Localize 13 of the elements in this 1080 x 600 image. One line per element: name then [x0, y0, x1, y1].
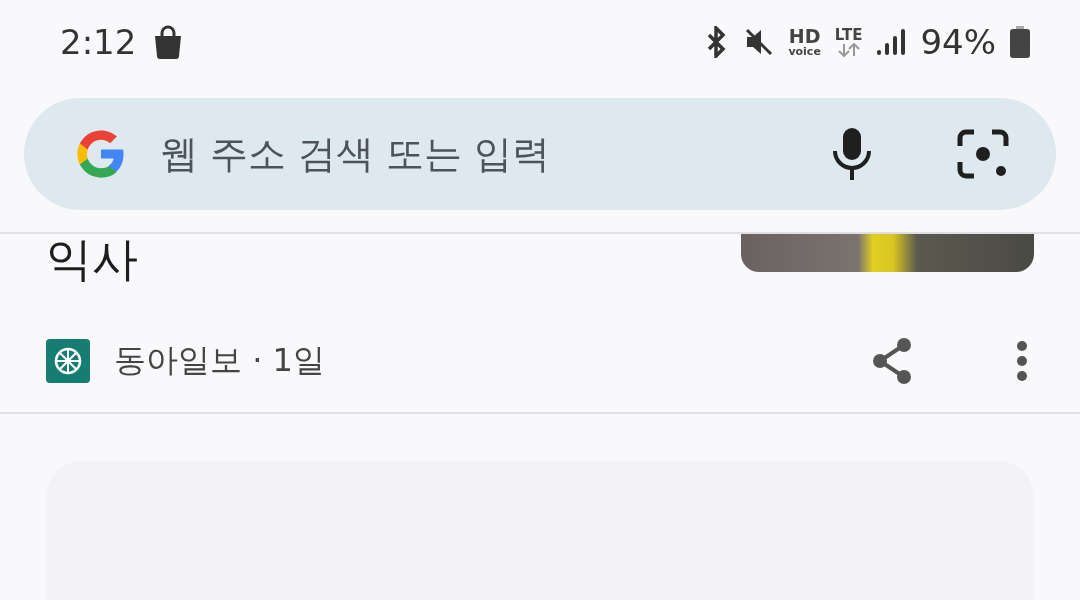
data-arrows-icon — [836, 42, 861, 57]
source-logo-icon — [46, 339, 90, 383]
mute-icon — [744, 27, 775, 57]
signal-icon — [876, 28, 907, 56]
battery-percent: 94% — [920, 22, 996, 62]
voice-label: voice — [788, 46, 821, 57]
article-source: 동아일보 · 1일 — [114, 340, 325, 381]
battery-icon — [1010, 26, 1030, 58]
search-bar[interactable]: 웹 주소 검색 또는 입력 — [24, 98, 1056, 210]
lte-label: LTE — [834, 27, 863, 43]
search-field[interactable]: 웹 주소 검색 또는 입력 — [158, 131, 794, 177]
hd-label: HD — [788, 27, 821, 46]
status-time: 2:12 — [60, 22, 137, 62]
